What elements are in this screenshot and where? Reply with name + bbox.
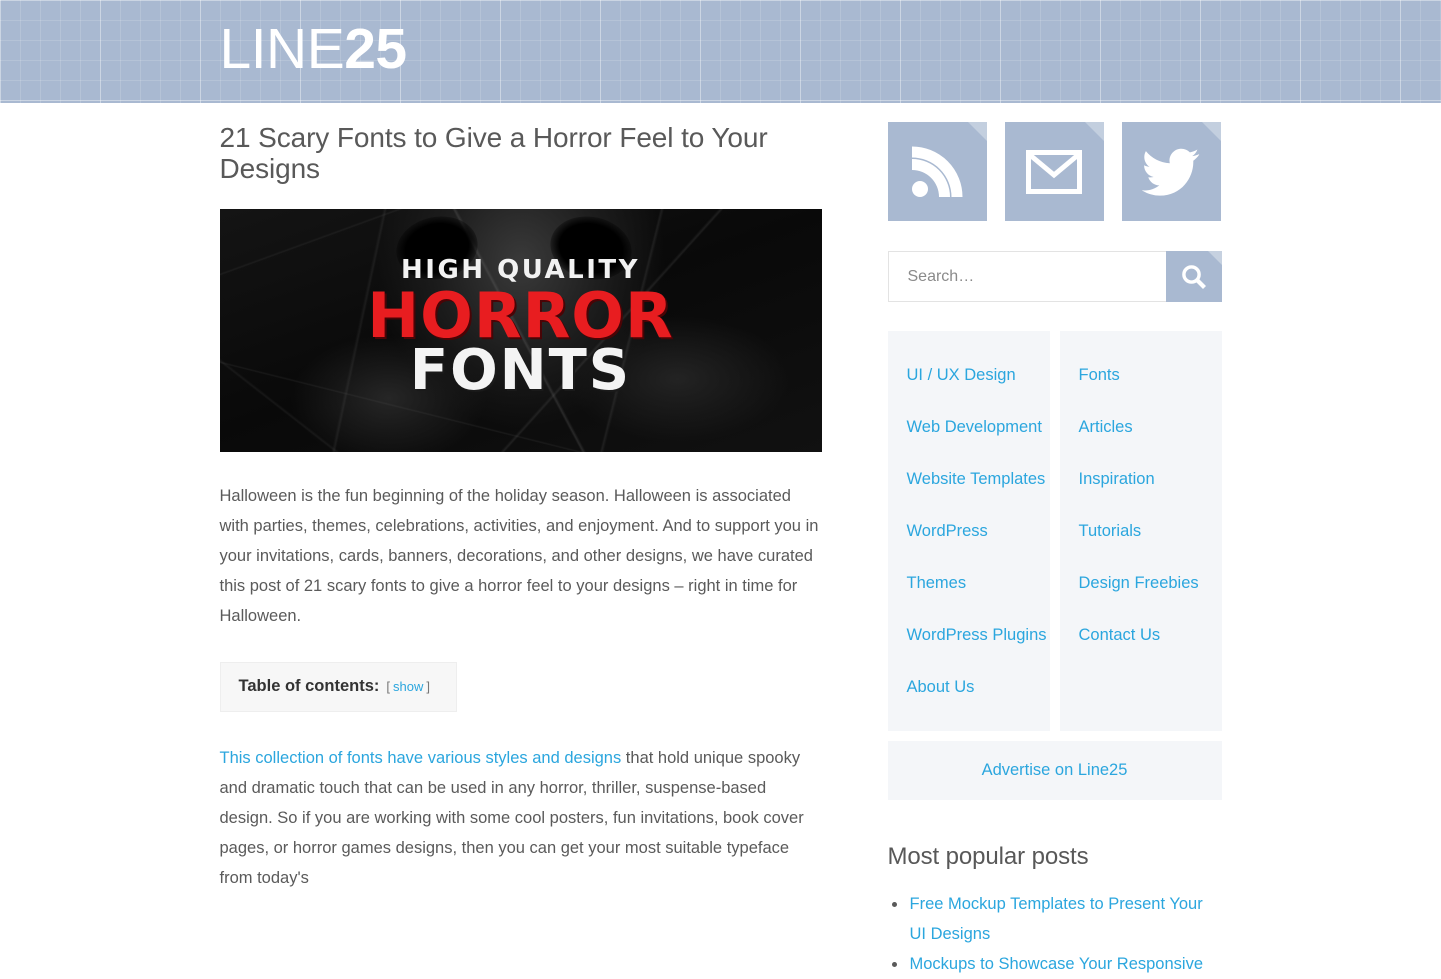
- content-wrap: 21 Scary Fonts to Give a Horror Feel to …: [219, 103, 1222, 979]
- collection-of-fonts-link[interactable]: This collection of fonts have various st…: [220, 749, 622, 767]
- advertise-link[interactable]: Advertise on Line25: [982, 761, 1128, 779]
- toc-bracket-open: [: [386, 678, 390, 694]
- header-inner: LINE25: [220, 0, 1222, 103]
- second-paragraph: This collection of fonts have various st…: [220, 743, 822, 893]
- search-form: [887, 251, 1222, 302]
- featured-image: HIGH QUALITY HORROR FONTS: [219, 208, 822, 452]
- table-of-contents-box: Table of contents: [show]: [219, 661, 457, 712]
- sidebar-item-web-development[interactable]: Web Development: [888, 401, 1050, 453]
- sidebar-item-website-templates[interactable]: Website Templates: [888, 453, 1050, 505]
- sidebar-item-tutorials[interactable]: Tutorials: [1060, 505, 1222, 557]
- popular-posts-heading: Most popular posts: [887, 843, 1089, 870]
- sidebar-item-wordpress-plugins[interactable]: WordPress Plugins: [888, 609, 1050, 661]
- sidebar-item-ui-ux-design[interactable]: UI / UX Design: [888, 349, 1050, 401]
- featured-image-text: HIGH QUALITY HORROR FONTS: [220, 257, 822, 399]
- sidebar-item-contact-us[interactable]: Contact Us: [1060, 609, 1222, 661]
- sidebar-item-inspiration[interactable]: Inspiration: [1060, 453, 1222, 505]
- intro-paragraph: Halloween is the fun beginning of the ho…: [219, 486, 819, 625]
- list-item: Mockups to Showcase Your Responsive: [888, 949, 1222, 979]
- second-paragraph-rest: that hold unique spooky and dramatic tou…: [219, 748, 804, 887]
- sidebar-item-about-us[interactable]: About Us: [888, 661, 1050, 713]
- sidebar-item-articles[interactable]: Articles: [1060, 401, 1222, 453]
- sidebar: UI / UX Design Web Development Website T…: [887, 122, 1222, 979]
- sidebar-item-fonts[interactable]: Fonts: [1060, 349, 1222, 401]
- post-body: Halloween is the fun beginning of the ho…: [219, 481, 822, 893]
- featured-image-line3: FONTS: [409, 337, 632, 403]
- twitter-tile[interactable]: [1121, 122, 1221, 221]
- logo-light-text: LINE: [219, 17, 345, 81]
- twitter-icon: [1142, 148, 1200, 196]
- search-icon: [1181, 264, 1206, 289]
- rss-tile[interactable]: [887, 122, 987, 221]
- search-input[interactable]: [887, 251, 1166, 302]
- toc-label: Table of contents:: [238, 676, 380, 695]
- search-button[interactable]: [1165, 251, 1222, 302]
- folded-corner-decoration: [967, 122, 987, 141]
- category-column-right: Fonts Articles Inspiration Tutorials Des…: [1059, 331, 1222, 731]
- popular-post-link[interactable]: Mockups to Showcase Your Responsive: [910, 955, 1204, 973]
- list-item: Free Mockup Templates to Present Your UI…: [888, 889, 1222, 949]
- main-content-column: 21 Scary Fonts to Give a Horror Feel to …: [219, 122, 822, 893]
- page-container: 21 Scary Fonts to Give a Horror Feel to …: [219, 103, 1222, 979]
- popular-post-link[interactable]: Free Mockup Templates to Present Your UI…: [910, 895, 1203, 943]
- social-links-row: [887, 122, 1222, 221]
- toc-show-link[interactable]: show: [393, 679, 423, 694]
- folded-corner-decoration: [1084, 122, 1104, 141]
- category-navigation: UI / UX Design Web Development Website T…: [887, 331, 1222, 731]
- site-header: LINE25: [0, 0, 1441, 103]
- site-logo[interactable]: LINE25: [219, 17, 408, 81]
- email-icon: [1026, 149, 1082, 194]
- rss-icon: [911, 146, 963, 197]
- popular-posts-list: Free Mockup Templates to Present Your UI…: [888, 889, 1222, 979]
- page-title: 21 Scary Fonts to Give a Horror Feel to …: [219, 122, 768, 185]
- category-column-left: UI / UX Design Web Development Website T…: [887, 331, 1050, 731]
- sidebar-item-wordpress-themes[interactable]: WordPress Themes: [888, 505, 1050, 609]
- folded-corner-decoration: [1207, 251, 1222, 265]
- toc-toggle-wrap: [show]: [386, 679, 430, 694]
- toc-bracket-close: ]: [426, 678, 430, 694]
- advertise-box: Advertise on Line25: [887, 741, 1222, 800]
- email-tile[interactable]: [1004, 122, 1104, 221]
- sidebar-item-design-freebies[interactable]: Design Freebies: [1060, 557, 1222, 609]
- folded-corner-decoration: [1201, 122, 1221, 141]
- logo-bold-text: 25: [344, 17, 407, 81]
